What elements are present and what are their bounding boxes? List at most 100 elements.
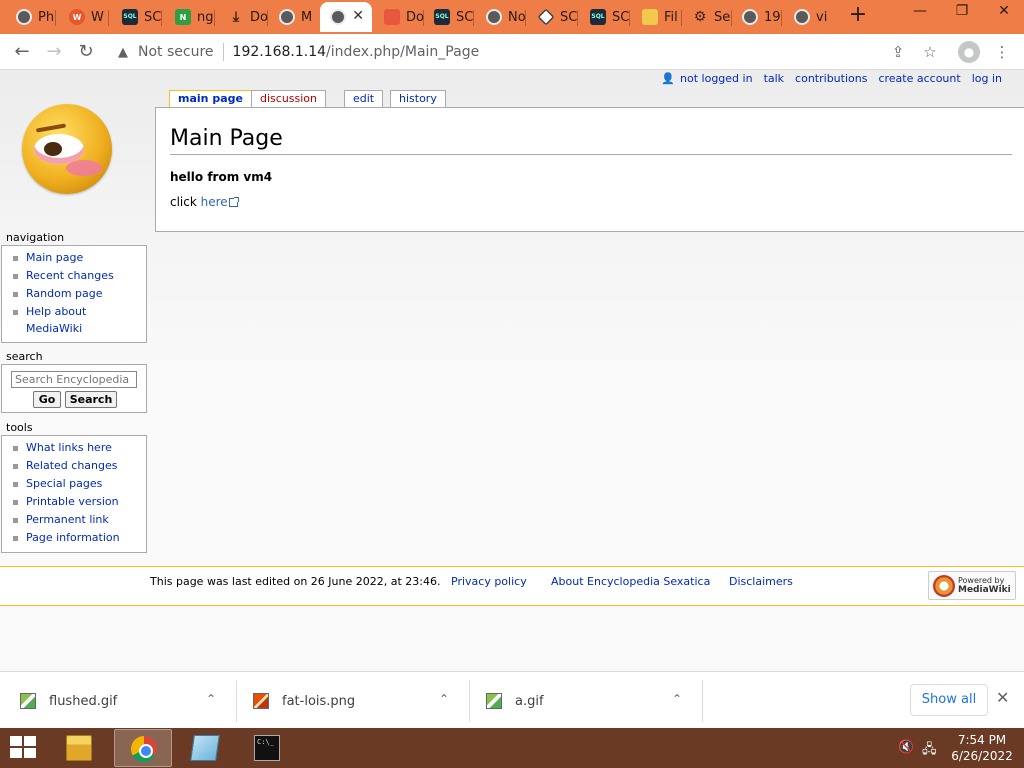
browser-tab[interactable]: 19	[732, 2, 782, 32]
globe-icon	[486, 9, 502, 25]
restore-button[interactable]: ❐	[944, 2, 980, 22]
share-icon[interactable]: ⇪	[888, 42, 908, 62]
browser-tab-active[interactable]: ✕	[320, 2, 372, 32]
command-prompt-icon: C:\_	[254, 735, 280, 761]
tab-label: M	[301, 9, 313, 25]
network-icon[interactable]: 🖧	[922, 740, 937, 762]
minimize-button[interactable]: —	[902, 2, 938, 22]
log-in-link[interactable]: log in	[972, 72, 1002, 85]
globe-icon	[330, 9, 346, 25]
download-item[interactable]: flushed.gif ⌃	[0, 680, 237, 722]
download-icon: ⤓	[232, 9, 240, 25]
profile-avatar-icon[interactable]: ●	[958, 41, 980, 63]
nav-recent-changes[interactable]: Recent changes	[12, 267, 140, 285]
talk-link[interactable]: talk	[764, 72, 784, 85]
browser-tab[interactable]: Fil	[632, 2, 682, 32]
browser-tab[interactable]: ⚙ Se	[682, 2, 732, 32]
browser-tab[interactable]: SQL SC	[424, 2, 474, 32]
show-all-button[interactable]: Show all	[910, 684, 988, 716]
taskbar-file-explorer[interactable]	[50, 729, 108, 767]
bookmark-star-icon[interactable]: ☆	[920, 42, 940, 62]
close-window-button[interactable]: ✕	[986, 2, 1022, 22]
page-title: Main Page	[170, 126, 283, 151]
about-link[interactable]: About Encyclopedia Sexatica	[551, 575, 710, 588]
new-tab-button[interactable]: +	[846, 4, 870, 28]
browser-toolbar: ← → ↻ ▲ Not secure 192.168.1.14/index.ph…	[0, 34, 1024, 70]
powered-by-mediawiki-badge[interactable]: Powered by MediaWiki	[928, 571, 1016, 600]
tools-permanent-link[interactable]: Permanent link	[12, 511, 140, 529]
contributions-link[interactable]: contributions	[795, 72, 867, 85]
speaker-muted-icon[interactable]: 🔇	[898, 740, 914, 755]
tab-main-page[interactable]: main page	[169, 90, 252, 108]
tools-page-information[interactable]: Page information	[12, 529, 140, 547]
taskbar-chrome[interactable]	[114, 729, 172, 767]
warning-icon[interactable]: ▲	[118, 45, 132, 60]
taskbar-notepad[interactable]	[176, 729, 234, 767]
tab-label: SC	[144, 9, 162, 25]
nav-random-page[interactable]: Random page	[12, 285, 140, 303]
tab-label: vi	[816, 9, 828, 25]
browser-tab[interactable]: ⤓ Do	[218, 2, 268, 32]
back-arrow-icon[interactable]: ←	[10, 40, 34, 64]
browser-tab[interactable]: vi	[784, 2, 834, 32]
browser-tab[interactable]: SQL SC	[112, 2, 162, 32]
tab-discussion[interactable]: discussion	[251, 90, 327, 107]
png-file-icon	[253, 693, 269, 709]
security-label[interactable]: Not secure	[138, 44, 214, 60]
here-link[interactable]: here	[201, 195, 239, 209]
nav-main-page[interactable]: Main page	[12, 249, 140, 267]
tools-portlet: What links here Related changes Special …	[1, 435, 147, 553]
tab-label: Se	[714, 9, 731, 25]
go-button[interactable]: Go	[33, 391, 61, 408]
chevron-up-icon[interactable]: ⌃	[439, 692, 449, 706]
download-filename: a.gif	[515, 693, 544, 709]
disclaimers-link[interactable]: Disclaimers	[729, 575, 793, 588]
browser-tab[interactable]: SC	[528, 2, 578, 32]
tab-history[interactable]: history	[390, 90, 446, 107]
chevron-up-icon[interactable]: ⌃	[206, 692, 216, 706]
globe-icon	[279, 9, 295, 25]
browser-tab[interactable]: W W	[59, 2, 109, 32]
browser-tab[interactable]: SQL SC	[580, 2, 630, 32]
tools-heading: tools	[6, 421, 33, 434]
menu-kebab-icon[interactable]: ⋮	[992, 42, 1012, 62]
forward-arrow-icon[interactable]: →	[42, 40, 66, 64]
navigation-heading: navigation	[6, 231, 65, 244]
personal-tools: 👤 not logged in talk contributions creat…	[661, 72, 1002, 85]
browser-tab[interactable]: M	[269, 2, 319, 32]
browser-tab[interactable]: Do	[374, 2, 424, 32]
download-item[interactable]: fat-lois.png ⌃	[233, 680, 470, 722]
close-tab-icon[interactable]: ✕	[352, 8, 364, 24]
tools-special-pages[interactable]: Special pages	[12, 475, 140, 493]
chevron-up-icon[interactable]: ⌃	[672, 692, 682, 706]
windows-taskbar: C:\_ 🔇 🖧 7:54 PM 6/26/2022	[0, 728, 1024, 768]
reload-icon[interactable]: ↻	[74, 40, 98, 64]
address-bar[interactable]: ▲ Not secure 192.168.1.14/index.php/Main…	[108, 38, 952, 66]
download-item[interactable]: a.gif ⌃	[466, 680, 703, 722]
close-shelf-icon[interactable]: ✕	[996, 688, 1009, 707]
w-icon: W	[69, 9, 85, 25]
nav-help[interactable]: Help about MediaWiki	[12, 303, 102, 337]
create-account-link[interactable]: create account	[878, 72, 960, 85]
search-input[interactable]	[11, 371, 137, 388]
tools-what-links-here[interactable]: What links here	[12, 439, 140, 457]
browser-tab[interactable]: N ng	[165, 2, 215, 32]
tab-label: Do	[250, 9, 268, 25]
url-text[interactable]: 192.168.1.14/index.php/Main_Page	[233, 44, 480, 60]
sql-icon: SQL	[434, 9, 450, 25]
browser-tab-strip: Ph W W SQL SC N ng ⤓ Do M ✕ Do SQL SC No…	[0, 0, 1024, 34]
site-logo[interactable]	[22, 104, 112, 194]
search-button[interactable]: Search	[65, 391, 117, 408]
windows-start-icon[interactable]	[10, 736, 38, 760]
browser-tab[interactable]: No	[476, 2, 526, 32]
browser-tab[interactable]: Ph	[6, 2, 56, 32]
privacy-policy-link[interactable]: Privacy policy	[451, 575, 527, 588]
gif-file-icon	[20, 693, 36, 709]
tab-edit[interactable]: edit	[344, 90, 384, 107]
taskbar-cmd[interactable]: C:\_	[238, 729, 296, 767]
taskbar-clock[interactable]: 7:54 PM 6/26/2022	[948, 732, 1016, 764]
tools-related-changes[interactable]: Related changes	[12, 457, 140, 475]
tools-printable-version[interactable]: Printable version	[12, 493, 140, 511]
page-footer: This page was last edited on 26 June 202…	[0, 566, 1024, 606]
tab-label: Ph	[38, 9, 55, 25]
